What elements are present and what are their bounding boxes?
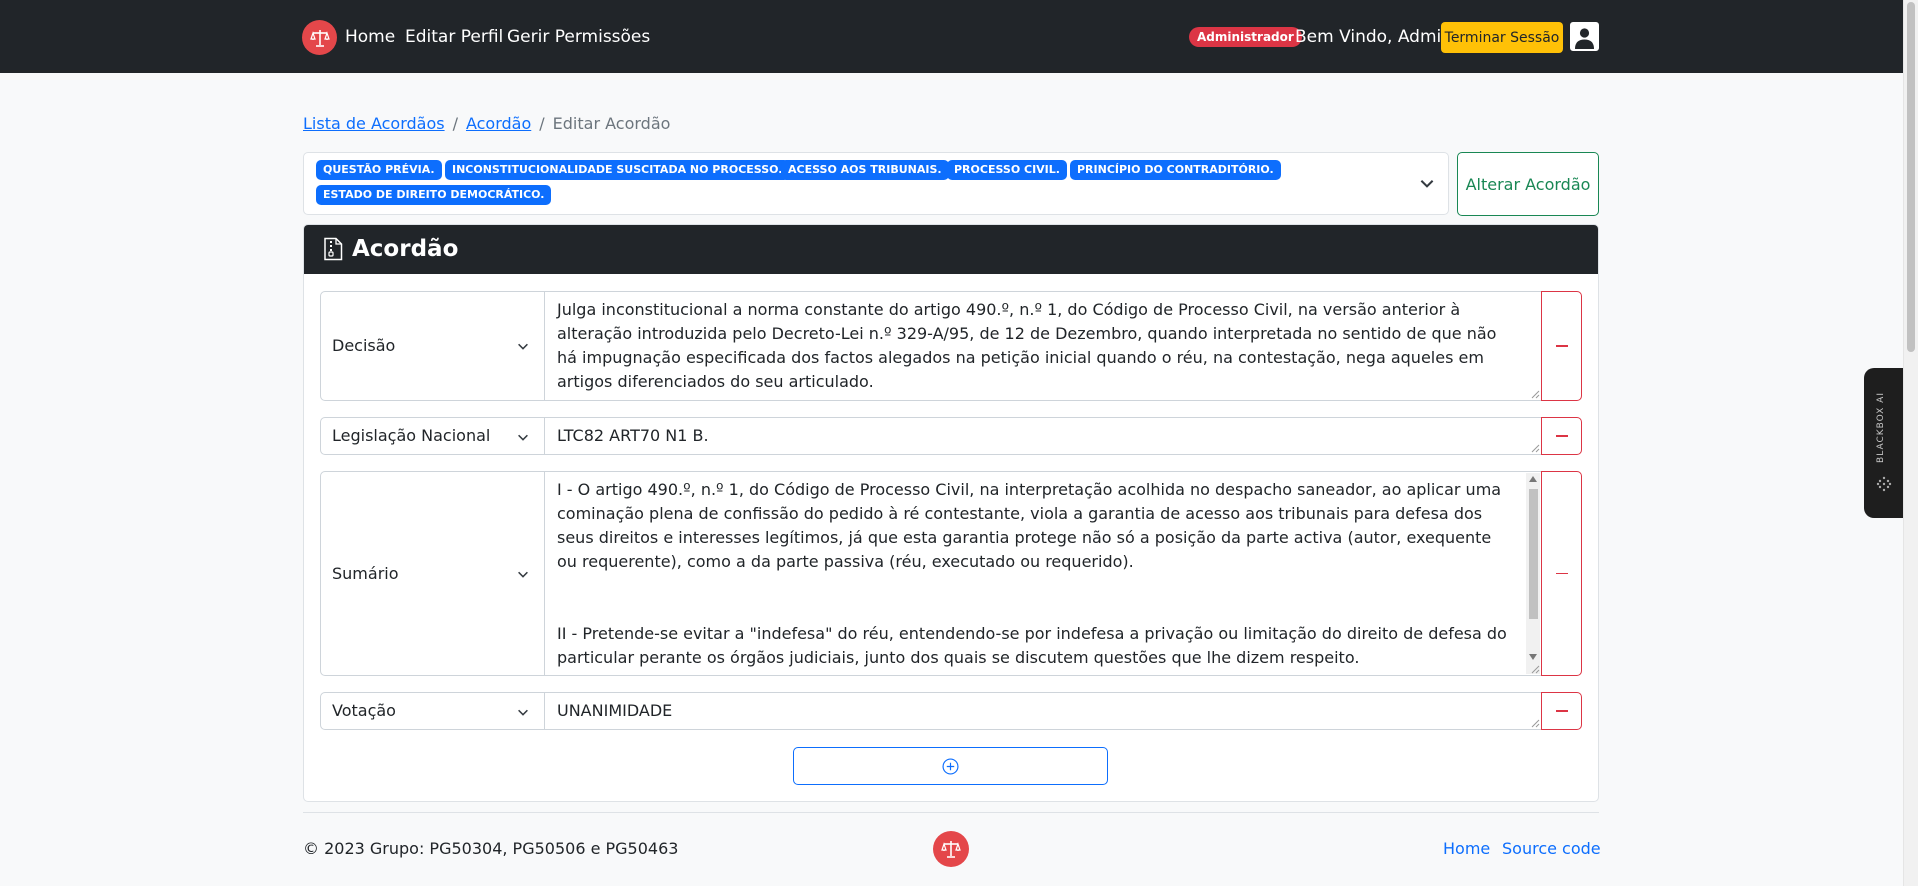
field-type-label: Legislação Nacional	[332, 426, 491, 445]
alter-acordao-button[interactable]: Alterar Acordão	[1457, 152, 1599, 216]
footer-copyright: © 2023 Grupo: PG50304, PG50506 e PG50463	[303, 839, 679, 858]
chevron-down-icon	[518, 434, 528, 441]
tag-chip[interactable]: ACESSO AOS TRIBUNAIS.	[781, 160, 949, 180]
scroll-down-arrow-icon[interactable]	[1529, 654, 1537, 660]
textarea-scrollbar[interactable]	[1526, 473, 1540, 674]
field-type-label: Decisão	[332, 336, 396, 355]
scales-icon	[941, 841, 961, 858]
breadcrumb-separator: /	[452, 114, 458, 133]
resize-grip-icon[interactable]	[1530, 389, 1540, 399]
plus-circle-icon	[942, 757, 959, 775]
minus-icon	[1555, 710, 1568, 712]
tag-chip[interactable]: INCONSTITUCIONALIDADE SUSCITADA NO PROCE…	[445, 160, 790, 180]
blackbox-ai-label: BLACKBOX AI	[1876, 392, 1886, 463]
blackbox-ai-widget[interactable]: BLACKBOX AI	[1864, 368, 1903, 518]
chevron-down-icon	[518, 709, 528, 716]
sumario-textarea[interactable]: I - O artigo 490.º, n.º 1, do Código de …	[544, 471, 1542, 676]
remove-field-button[interactable]	[1541, 417, 1582, 455]
breadcrumb-link-acordao[interactable]: Acordão	[466, 114, 531, 133]
role-badge: Administrador	[1189, 27, 1302, 47]
decisao-text: Julga inconstitucional a norma constante…	[557, 300, 1497, 391]
breadcrumb-separator: /	[539, 114, 545, 133]
scales-logo-icon[interactable]	[302, 20, 337, 55]
field-type-label: Sumário	[332, 564, 399, 583]
field-type-select[interactable]: Sumário	[320, 471, 545, 676]
breadcrumb: Lista de Acordãos / Acordão / Editar Acordão	[303, 113, 670, 135]
textarea-scrollbar-thumb[interactable]	[1529, 489, 1538, 619]
scroll-up-arrow-icon[interactable]	[1529, 476, 1537, 482]
legislacao-text: LTC82 ART70 N1 B.	[557, 426, 709, 445]
breadcrumb-link-acordaos-list[interactable]: Lista de Acordãos	[303, 114, 445, 133]
field-type-label: Votação	[332, 701, 396, 720]
footer-home-link[interactable]: Home	[1443, 838, 1490, 860]
sumario-paragraph: I - O artigo 490.º, n.º 1, do Código de …	[557, 480, 1502, 571]
remove-field-button[interactable]	[1541, 471, 1582, 676]
tag-chip[interactable]: ESTADO DE DIREITO DEMOCRÁTICO.	[316, 185, 552, 205]
minus-icon	[1555, 572, 1568, 575]
minus-icon	[1555, 345, 1568, 347]
nav-edit-profile-link[interactable]: Editar Perfil	[405, 26, 503, 48]
resize-grip-icon[interactable]	[1530, 718, 1540, 728]
page-scrollbar-thumb[interactable]	[1907, 2, 1915, 352]
footer-divider	[303, 812, 1599, 813]
add-field-button[interactable]	[793, 747, 1108, 785]
welcome-text: Bem Vindo, Admin!	[1295, 27, 1459, 47]
chevron-down-icon[interactable]	[1418, 174, 1436, 192]
chevron-down-icon	[518, 571, 528, 578]
breadcrumb-current: Editar Acordão	[552, 114, 671, 133]
sumario-paragraph: II - Pretende-se evitar a "indefesa" do …	[557, 624, 1507, 667]
scales-icon	[309, 29, 330, 47]
chevron-down-icon	[518, 343, 528, 350]
minus-icon	[1555, 435, 1568, 437]
card-header: Acordão	[304, 225, 1598, 274]
tag-chip[interactable]: QUESTÃO PRÉVIA.	[316, 160, 442, 180]
footer-source-code-link[interactable]: Source code	[1502, 838, 1601, 860]
file-earmark-zip-icon	[324, 237, 343, 261]
navbar: Home Editar Perfil Gerir Permissões Admi…	[0, 0, 1903, 73]
field-type-select[interactable]: Legislação Nacional	[320, 417, 545, 455]
user-profile-icon[interactable]	[1570, 22, 1599, 51]
remove-field-button[interactable]	[1541, 291, 1582, 401]
remove-field-button[interactable]	[1541, 692, 1582, 730]
card-title: Acordão	[352, 236, 459, 262]
scales-logo-icon[interactable]	[933, 831, 969, 867]
page-scrollbar[interactable]	[1903, 0, 1918, 886]
field-type-select[interactable]: Decisão	[320, 291, 545, 401]
resize-grip-icon[interactable]	[1530, 664, 1540, 674]
legislacao-textarea[interactable]: LTC82 ART70 N1 B.	[544, 417, 1542, 455]
person-icon	[1572, 24, 1597, 49]
tag-chip[interactable]: PROCESSO CIVIL.	[947, 160, 1067, 180]
resize-grip-icon[interactable]	[1530, 443, 1540, 453]
decisao-textarea[interactable]: Julga inconstitucional a norma constante…	[544, 291, 1542, 401]
nav-manage-permissions-link[interactable]: Gerir Permissões	[507, 26, 650, 48]
nav-home-link[interactable]: Home	[345, 26, 395, 48]
field-type-select[interactable]: Votação	[320, 692, 545, 730]
tag-chip[interactable]: PRINCÍPIO DO CONTRADITÓRIO.	[1070, 160, 1281, 180]
logout-button[interactable]: Terminar Sessão	[1441, 22, 1563, 53]
votacao-textarea[interactable]: UNANIMIDADE	[544, 692, 1542, 730]
blackbox-dots-icon	[1876, 476, 1892, 492]
votacao-text: UNANIMIDADE	[557, 701, 673, 720]
